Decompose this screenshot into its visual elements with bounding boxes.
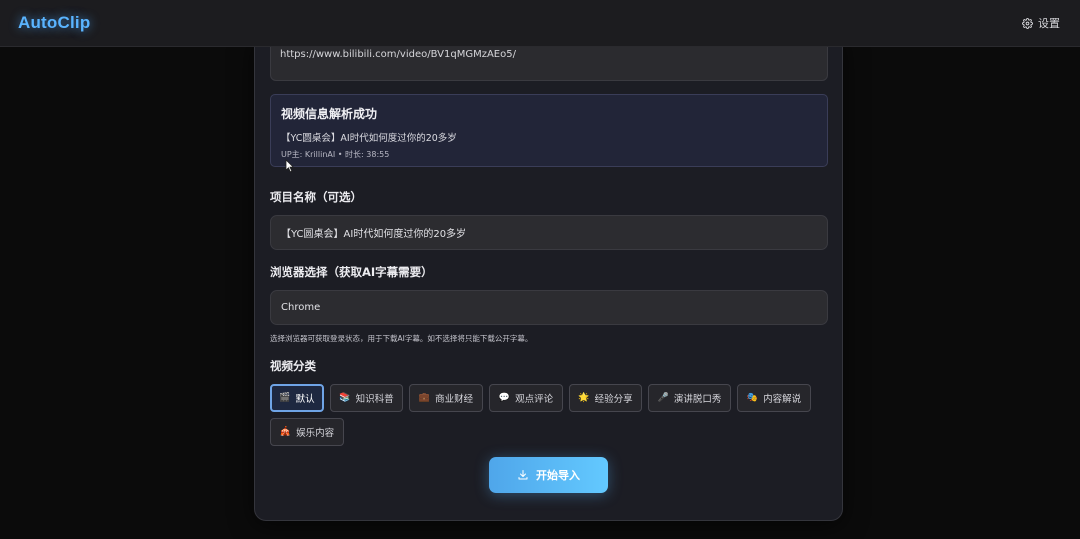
briefcase-icon: 💼: [418, 393, 431, 403]
theater-masks-icon: 🎭: [746, 393, 759, 403]
browser-select[interactable]: Chrome: [270, 290, 828, 325]
category-entertainment[interactable]: 🎪 娱乐内容: [270, 418, 344, 446]
import-panel: https://www.bilibili.com/video/BV1qMGMzA…: [254, 36, 843, 521]
category-opinion[interactable]: 💬 观点评论: [489, 384, 563, 412]
category-business[interactable]: 💼 商业财经: [409, 384, 483, 412]
category-experience[interactable]: 🌟 经验分享: [569, 384, 642, 412]
start-import-label: 开始导入: [536, 469, 580, 482]
settings-button[interactable]: 设置: [1022, 15, 1060, 31]
circus-tent-icon: 🎪: [279, 427, 292, 437]
category-label-business: 商业财经: [435, 394, 474, 405]
parse-result-card: 视频信息解析成功 【YC圆桌会】AI时代如何度过你的20多岁 UP主: Kril…: [270, 94, 828, 167]
mouse-cursor-icon: [285, 159, 295, 173]
browser-hint: 选择浏览器可获取登录状态，用于下载AI字幕。如不选择将只能下载公开字幕。: [270, 334, 533, 343]
project-name-label: 项目名称（可选）: [270, 190, 362, 204]
browser-select-label: 浏览器选择（获取AI字幕需要）: [270, 265, 433, 279]
start-import-button[interactable]: 开始导入: [489, 457, 608, 493]
download-icon: [518, 470, 528, 480]
category-label: 视频分类: [270, 359, 316, 373]
category-label-opinion: 观点评论: [515, 394, 554, 405]
project-name-input[interactable]: 【YC圆桌会】AI时代如何度过你的20多岁: [270, 215, 828, 250]
video-title: 【YC圆桌会】AI时代如何度过你的20多岁: [281, 133, 457, 144]
gear-icon: [1022, 17, 1033, 29]
category-label-experience: 经验分享: [594, 394, 633, 405]
app-logo[interactable]: AutoClip: [18, 13, 90, 33]
top-bar: AutoClip 设置: [0, 0, 1080, 47]
microphone-icon: 🎤: [657, 393, 669, 403]
category-commentary[interactable]: 🎭 内容解说: [737, 384, 811, 412]
category-knowledge[interactable]: 📚 知识科普: [330, 384, 403, 412]
category-label-default: 默认: [295, 394, 315, 405]
books-icon: 📚: [339, 393, 351, 403]
video-meta: UP主: KrillinAI • 时长: 38:55: [281, 150, 390, 159]
clapper-icon: 🎬: [279, 393, 291, 403]
parse-success-title: 视频信息解析成功: [281, 107, 378, 121]
category-label-entertainment: 娱乐内容: [296, 428, 335, 439]
category-default[interactable]: 🎬 默认: [270, 384, 324, 412]
category-label-commentary: 内容解说: [763, 394, 802, 405]
category-label-speech: 演讲脱口秀: [673, 394, 722, 405]
category-label-knowledge: 知识科普: [355, 394, 394, 405]
settings-label: 设置: [1038, 17, 1060, 30]
speech-bubble-icon: 💬: [498, 393, 511, 403]
category-speech[interactable]: 🎤 演讲脱口秀: [648, 384, 731, 412]
star-icon: 🌟: [578, 393, 590, 403]
